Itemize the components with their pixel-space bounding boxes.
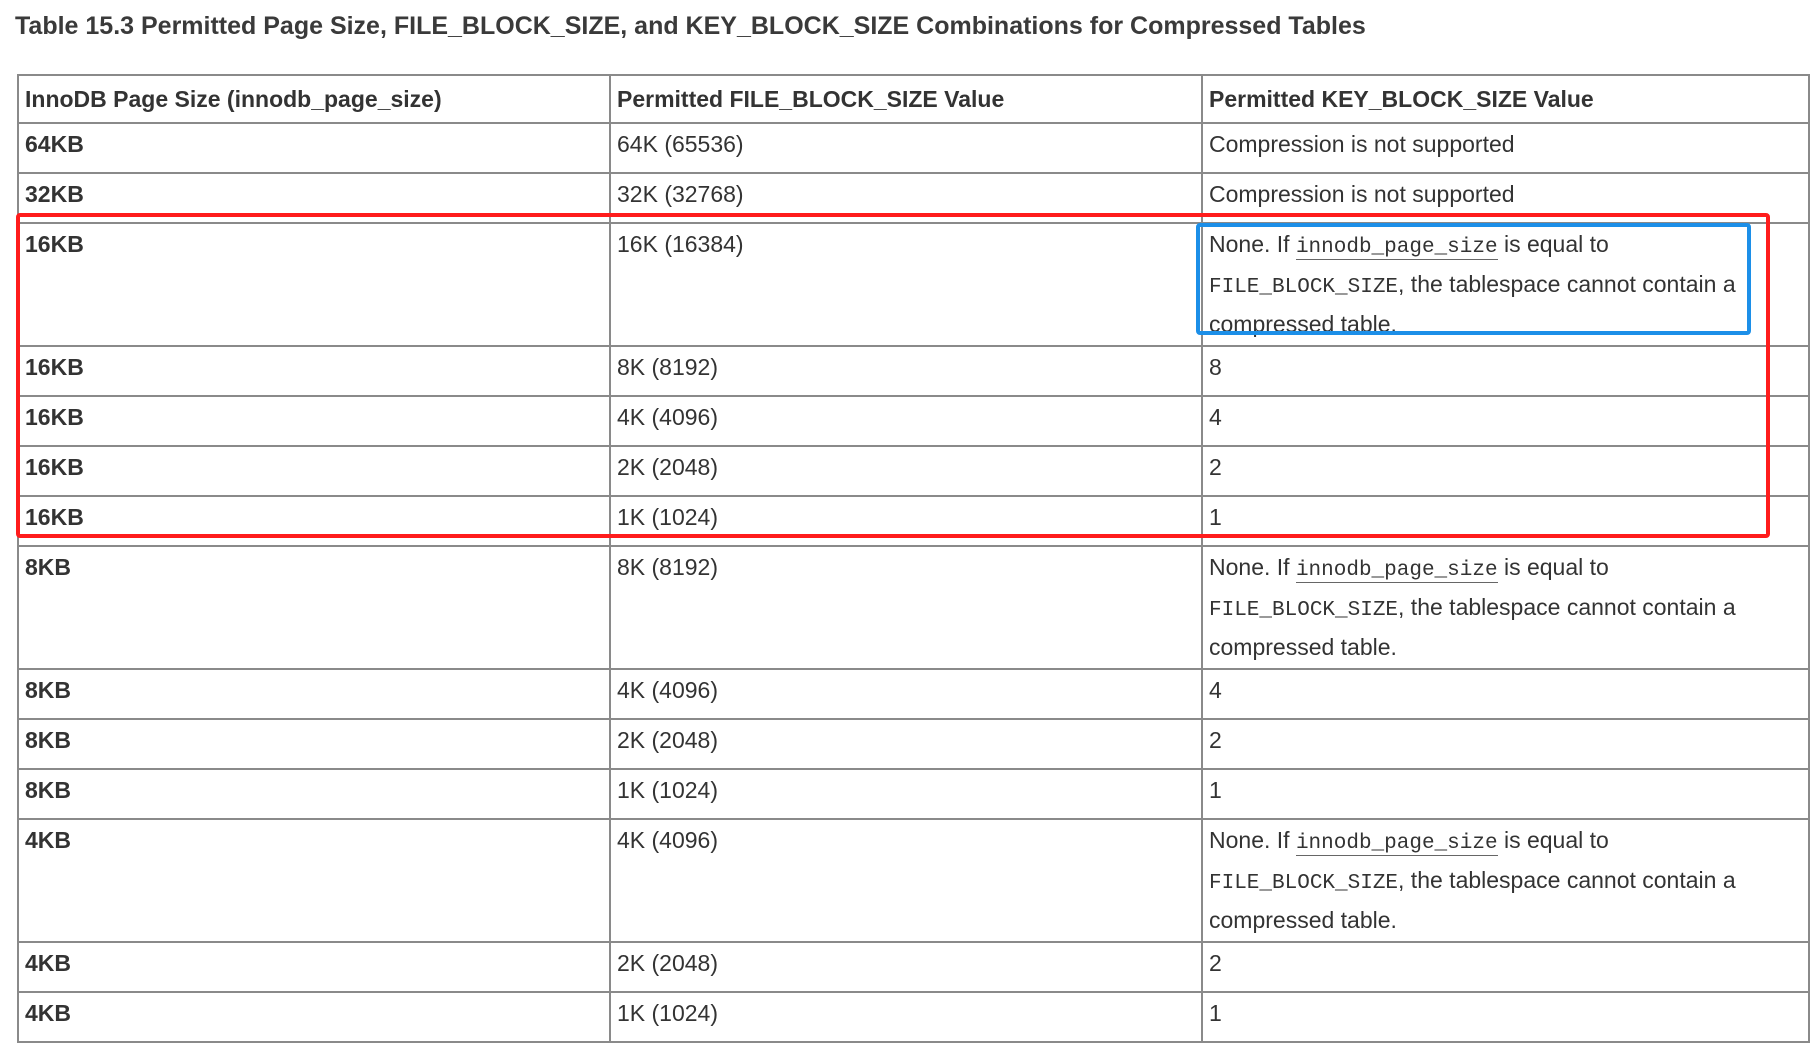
table-row: 64KB 64K (65536) Compression is not supp… — [17, 122, 1810, 174]
file-block-size-code: FILE_BLOCK_SIZE — [1209, 872, 1399, 895]
page-size-cell: 32KB — [17, 172, 611, 224]
file-block-size-cell: 8K (8192) — [609, 545, 1203, 670]
table-caption: Table 15.3 Permitted Page Size, FILE_BLO… — [15, 12, 1366, 40]
innodb-page-size-link[interactable]: innodb_page_size — [1295, 236, 1498, 260]
page-size-cell: 64KB — [17, 122, 611, 174]
table-row: 4KB 4K (4096) None. If innodb_page_size … — [17, 818, 1810, 943]
table-row: 8KB 8K (8192) None. If innodb_page_size … — [17, 545, 1810, 670]
table-row: 8KB 2K (2048) 2 — [17, 718, 1810, 770]
key-block-size-cell: 8 — [1201, 345, 1810, 397]
note-prefix: None. If — [1209, 554, 1296, 580]
key-block-size-cell: 2 — [1201, 445, 1810, 497]
key-block-size-cell: Compression is not supported — [1201, 122, 1810, 174]
key-block-size-cell: 1 — [1201, 991, 1810, 1043]
file-block-size-cell: 8K (8192) — [609, 345, 1203, 397]
file-block-size-code: FILE_BLOCK_SIZE — [1209, 599, 1399, 622]
key-block-size-cell: Compression is not supported — [1201, 172, 1810, 224]
page-size-cell: 8KB — [17, 768, 611, 820]
table-row: 16KB 16K (16384) None. If innodb_page_si… — [17, 222, 1810, 347]
file-block-size-cell: 2K (2048) — [609, 445, 1203, 497]
table-row: 8KB 1K (1024) 1 — [17, 768, 1810, 820]
key-block-size-cell: 4 — [1201, 395, 1810, 447]
file-block-size-cell: 1K (1024) — [609, 768, 1203, 820]
table-row: 16KB 2K (2048) 2 — [17, 445, 1810, 497]
page-size-cell: 16KB — [17, 445, 611, 497]
page-size-cell: 4KB — [17, 818, 611, 943]
file-block-size-cell: 32K (32768) — [609, 172, 1203, 224]
note-middle: is equal to — [1497, 231, 1609, 257]
compression-combinations-table: InnoDB Page Size (innodb_page_size) Perm… — [17, 74, 1810, 1043]
note-prefix: None. If — [1209, 827, 1296, 853]
file-block-size-code: FILE_BLOCK_SIZE — [1209, 276, 1399, 299]
key-block-size-note: None. If innodb_page_size is equal to FI… — [1201, 545, 1810, 670]
page-size-cell: 8KB — [17, 545, 611, 670]
key-block-size-cell: 2 — [1201, 718, 1810, 770]
page-size-cell: 16KB — [17, 345, 611, 397]
note-prefix: None. If — [1209, 231, 1296, 257]
table-row: 32KB 32K (32768) Compression is not supp… — [17, 172, 1810, 224]
file-block-size-cell: 64K (65536) — [609, 122, 1203, 174]
key-block-size-cell: 2 — [1201, 941, 1810, 993]
page-size-cell: 4KB — [17, 941, 611, 993]
page-size-cell: 8KB — [17, 718, 611, 770]
header-key-block-size: Permitted KEY_BLOCK_SIZE Value — [1201, 74, 1810, 124]
file-block-size-cell: 4K (4096) — [609, 668, 1203, 720]
table-row: 4KB 2K (2048) 2 — [17, 941, 1810, 993]
key-block-size-note: None. If innodb_page_size is equal to FI… — [1201, 818, 1810, 943]
header-file-block-size: Permitted FILE_BLOCK_SIZE Value — [609, 74, 1203, 124]
key-block-size-cell: 4 — [1201, 668, 1810, 720]
key-block-size-note: None. If innodb_page_size is equal to FI… — [1201, 222, 1810, 347]
page-size-cell: 16KB — [17, 395, 611, 447]
table-row: 16KB 8K (8192) 8 — [17, 345, 1810, 397]
innodb-page-size-link[interactable]: innodb_page_size — [1295, 559, 1498, 583]
table-header-row: InnoDB Page Size (innodb_page_size) Perm… — [17, 74, 1810, 124]
file-block-size-cell: 2K (2048) — [609, 718, 1203, 770]
file-block-size-cell: 2K (2048) — [609, 941, 1203, 993]
table-row: 4KB 1K (1024) 1 — [17, 991, 1810, 1043]
note-middle: is equal to — [1497, 827, 1609, 853]
file-block-size-cell: 16K (16384) — [609, 222, 1203, 347]
file-block-size-cell: 1K (1024) — [609, 991, 1203, 1043]
page-size-cell: 16KB — [17, 495, 611, 547]
page-size-cell: 16KB — [17, 222, 611, 347]
page-size-cell: 4KB — [17, 991, 611, 1043]
table-row: 16KB 4K (4096) 4 — [17, 395, 1810, 447]
table-row: 8KB 4K (4096) 4 — [17, 668, 1810, 720]
note-middle: is equal to — [1497, 554, 1609, 580]
key-block-size-cell: 1 — [1201, 768, 1810, 820]
key-block-size-cell: 1 — [1201, 495, 1810, 547]
header-page-size: InnoDB Page Size (innodb_page_size) — [17, 74, 611, 124]
file-block-size-cell: 4K (4096) — [609, 395, 1203, 447]
file-block-size-cell: 4K (4096) — [609, 818, 1203, 943]
file-block-size-cell: 1K (1024) — [609, 495, 1203, 547]
page-size-cell: 8KB — [17, 668, 611, 720]
table-row: 16KB 1K (1024) 1 — [17, 495, 1810, 547]
innodb-page-size-link[interactable]: innodb_page_size — [1295, 832, 1498, 856]
